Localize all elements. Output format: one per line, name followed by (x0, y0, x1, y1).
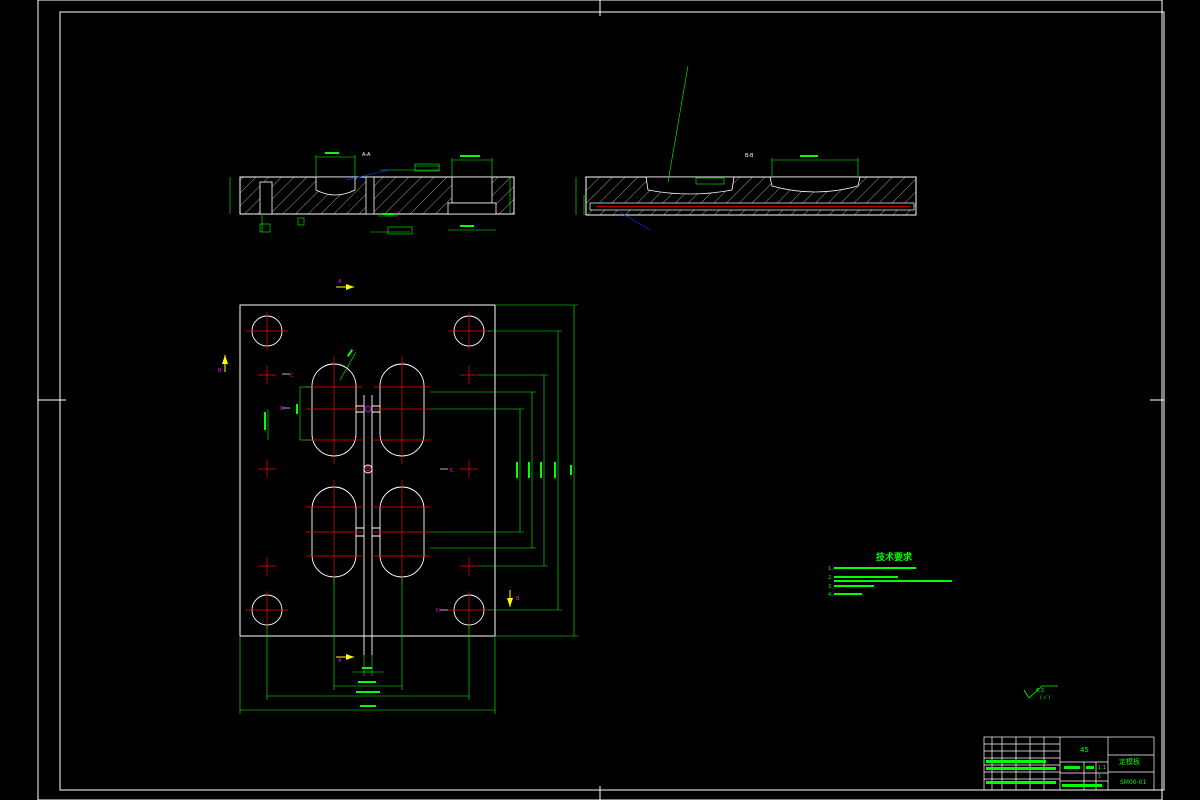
title-block-part-name: 定模板 (1119, 757, 1140, 766)
svg-text:C: C (450, 468, 454, 474)
tech-req-line: 4. (828, 592, 833, 598)
plan-dimensions (239, 304, 578, 714)
view-markers: A A B B C C D D (218, 279, 520, 664)
svg-text:A: A (338, 658, 342, 664)
tech-req-line: 2. (828, 575, 833, 581)
svg-text:A: A (338, 279, 342, 285)
technical-requirements: 技术要求 1. 2. 3. 4. (828, 551, 952, 598)
svg-text:B: B (218, 368, 222, 374)
svg-text:6.3: 6.3 (1036, 688, 1044, 694)
section-view-b: B-B (575, 65, 917, 231)
svg-text:B: B (516, 596, 520, 602)
svg-text:D: D (436, 608, 440, 614)
svg-text:C: C (290, 373, 294, 379)
dimension-text-marks (264, 349, 572, 707)
section-view-a: A-A (229, 152, 515, 235)
plan-view (239, 304, 496, 655)
tech-req-title: 技术要求 (876, 551, 913, 563)
section-label-a: A-A (362, 152, 371, 158)
svg-text:D: D (280, 406, 284, 412)
view-marker: A (336, 279, 354, 290)
view-marker: D (280, 406, 290, 412)
view-marker: B (218, 355, 228, 374)
view-marker: D (436, 608, 448, 614)
title-block-sheet: 1 (1098, 774, 1101, 780)
view-marker: A (336, 654, 354, 664)
sheet-border (37, 0, 1165, 800)
title-block-drawing-no: SM00-01 (1120, 779, 1147, 786)
view-marker: C (282, 373, 294, 379)
view-marker: C (440, 468, 454, 474)
title-block-material: 45 (1080, 746, 1089, 754)
view-marker: B (507, 590, 520, 607)
title-block-scale: 1:1 (1098, 765, 1106, 771)
tech-req-line: 1. (828, 566, 833, 572)
tech-req-line: 3. (828, 584, 833, 590)
tech-req-lines: 1. 2. 3. 4. (828, 566, 952, 598)
svg-text:( √ ): ( √ ) (1040, 695, 1050, 701)
surface-finish-symbol: 6.3 ( √ ) (1023, 685, 1058, 701)
cad-drawing-canvas: A-A B-B A A B B C C D D 技术要求 1. 2. 3. 4.… (37, 0, 1165, 800)
section-label-b: B-B (745, 153, 754, 159)
